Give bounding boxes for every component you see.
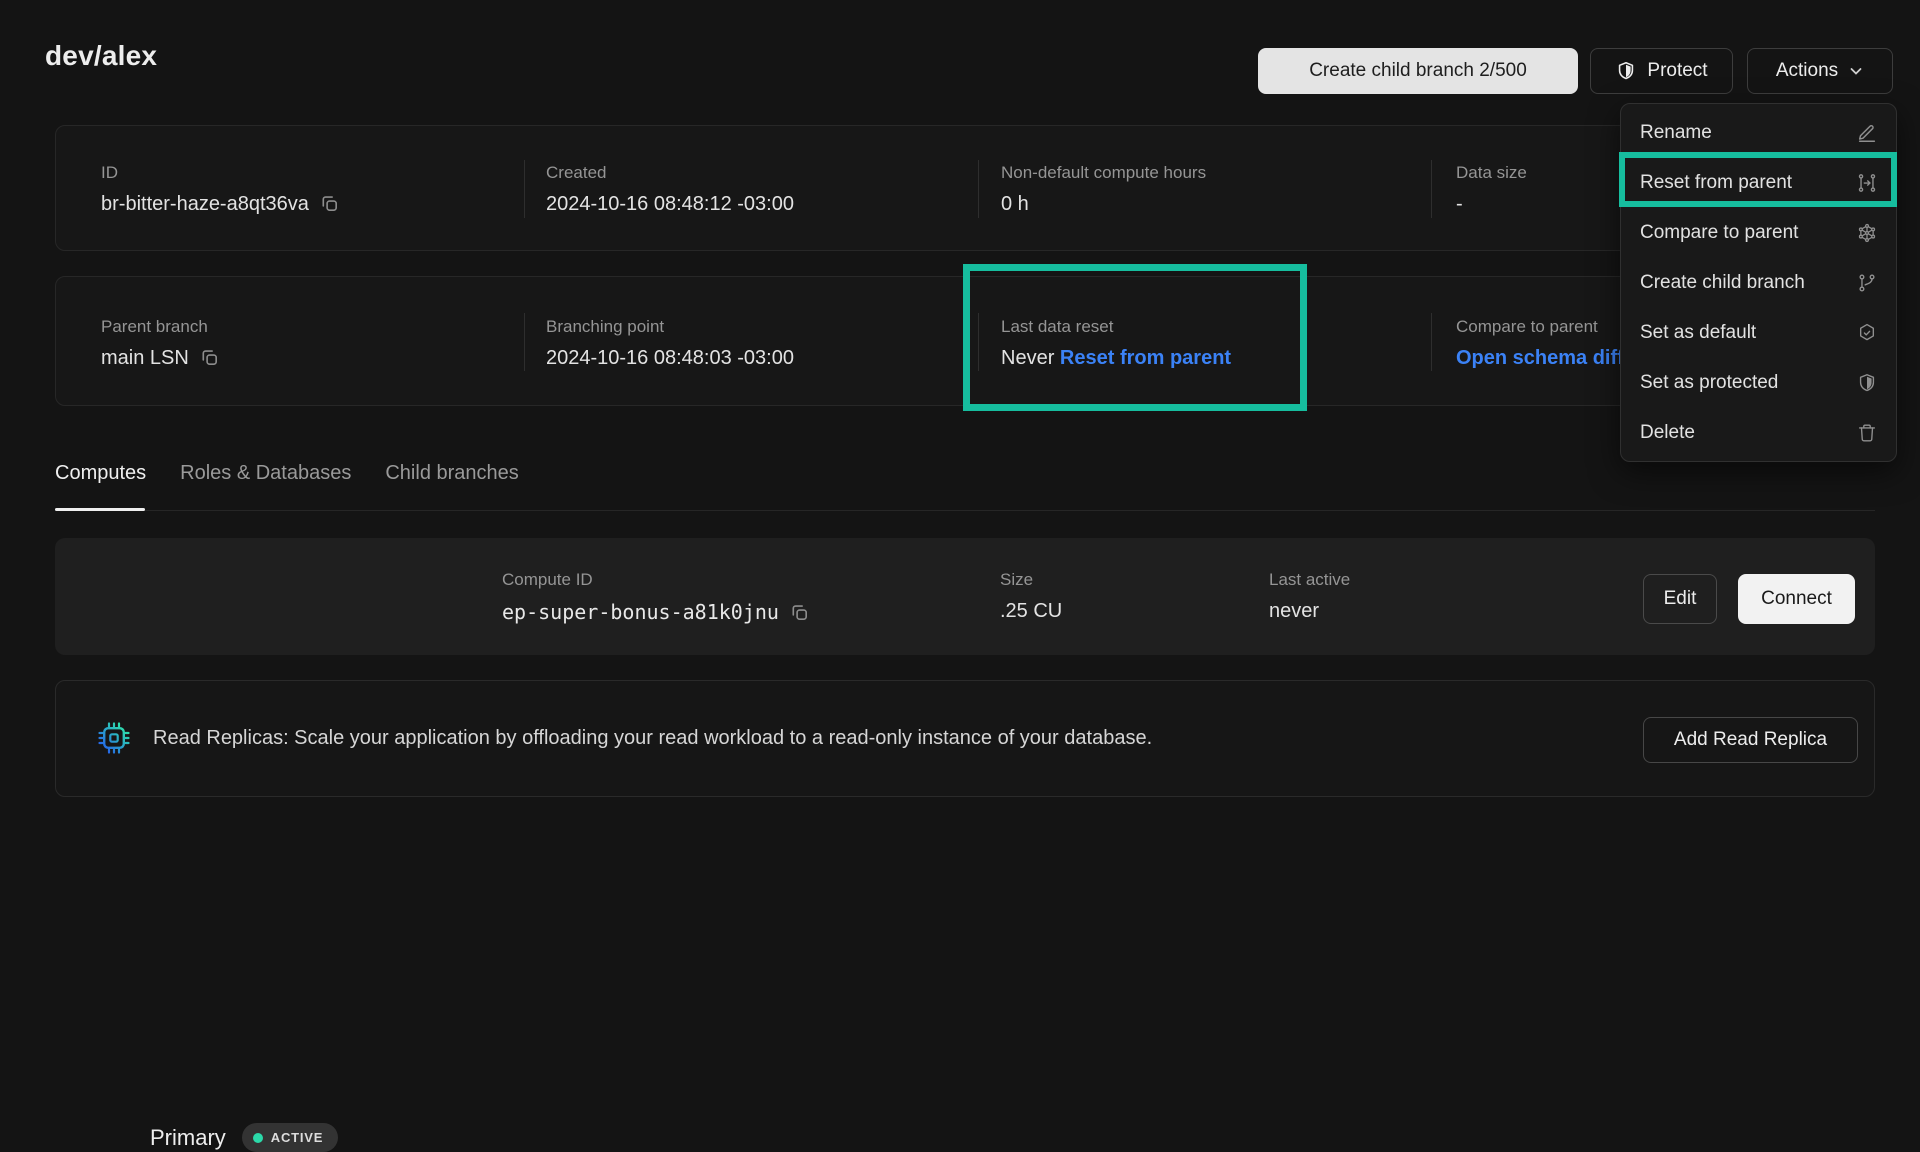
field-data-size: Data size -	[1456, 163, 1527, 216]
field-last-data-reset: Last data reset Never Reset from parent	[1001, 317, 1231, 370]
edit-button[interactable]: Edit	[1643, 574, 1717, 624]
branching-point-value: 2024-10-16 08:48:03 -03:00	[546, 347, 794, 370]
tab-computes[interactable]: Computes	[55, 462, 146, 509]
field-label: Data size	[1456, 163, 1527, 183]
menu-item-reset-from-parent[interactable]: Reset from parent	[1621, 158, 1896, 208]
field-label: Size	[1000, 570, 1062, 590]
menu-item-label: Set as protected	[1640, 372, 1778, 394]
status-dot-icon	[253, 1133, 263, 1143]
menu-item-delete[interactable]: Delete	[1621, 408, 1896, 458]
actions-dropdown-menu: Rename Reset from parent Compare to pare…	[1620, 103, 1897, 462]
field-compare-to-parent: Compare to parent Open schema diff	[1456, 317, 1624, 370]
menu-item-create-child-branch[interactable]: Create child branch	[1621, 258, 1896, 308]
shield-icon	[1615, 60, 1637, 82]
protect-button[interactable]: Protect	[1590, 48, 1733, 94]
copy-icon[interactable]	[319, 197, 340, 219]
menu-item-label: Reset from parent	[1640, 172, 1792, 194]
field-compute-hours: Non-default compute hours 0 h	[1001, 163, 1206, 216]
reset-from-parent-icon	[1856, 172, 1878, 194]
menu-item-set-as-default[interactable]: Set as default	[1621, 308, 1896, 358]
divider	[1431, 313, 1432, 371]
chip-icon	[95, 719, 133, 762]
menu-item-label: Create child branch	[1640, 272, 1805, 294]
compute-name: Primary	[150, 1125, 226, 1151]
branch-overview-card: ID br-bitter-haze-a8qt36va Created 2024-…	[55, 125, 1875, 251]
page-title: dev/alex	[45, 40, 157, 72]
field-compute-id: Compute ID ep-super-bonus-a81k0jnu	[502, 570, 810, 629]
actions-label: Actions	[1776, 60, 1838, 82]
create-child-branch-button[interactable]: Create child branch 2/500	[1258, 48, 1578, 94]
created-value: 2024-10-16 08:48:12 -03:00	[546, 193, 794, 216]
menu-item-label: Delete	[1640, 422, 1695, 444]
copy-icon[interactable]	[789, 606, 810, 628]
field-label: Branching point	[546, 317, 794, 337]
git-branch-icon	[1856, 272, 1878, 294]
tab-child-branches[interactable]: Child branches	[385, 462, 518, 509]
schema-graph-icon	[1856, 222, 1878, 244]
field-label: Created	[546, 163, 794, 183]
trash-icon	[1856, 422, 1878, 444]
chevron-down-icon	[1848, 63, 1864, 79]
field-parent-branch: Parent branch main LSN	[101, 317, 220, 374]
data-size-value: -	[1456, 193, 1527, 216]
copy-icon[interactable]	[199, 351, 220, 373]
menu-item-set-as-protected[interactable]: Set as protected	[1621, 358, 1896, 408]
menu-item-label: Rename	[1640, 122, 1712, 144]
compute-id-value: ep-super-bonus-a81k0jnu	[502, 600, 779, 624]
badge-check-icon	[1856, 322, 1878, 344]
divider	[978, 160, 979, 218]
field-label: ID	[101, 163, 340, 183]
last-active-value: never	[1269, 600, 1350, 623]
last-reset-value: Never	[1001, 347, 1054, 369]
parent-info-card: Parent branch main LSN Branching point 2…	[55, 276, 1875, 406]
field-label: Last data reset	[1001, 317, 1231, 337]
field-label: Compute ID	[502, 570, 810, 590]
menu-item-rename[interactable]: Rename	[1621, 108, 1896, 158]
active-tab-underline	[55, 508, 145, 511]
branch-tabs: Computes Roles & Databases Child branche…	[55, 462, 519, 509]
field-label: Compare to parent	[1456, 317, 1624, 337]
compute-hours-value: 0 h	[1001, 193, 1206, 216]
pencil-icon	[1856, 122, 1878, 144]
open-schema-diff-link[interactable]: Open schema diff	[1456, 347, 1624, 369]
compute-row: Primary ACTIVE Compute ID ep-super-bonus…	[55, 538, 1875, 655]
divider	[978, 313, 979, 371]
parent-branch-value: main LSN	[101, 347, 189, 369]
field-created: Created 2024-10-16 08:48:12 -03:00	[546, 163, 794, 216]
field-branching-point: Branching point 2024-10-16 08:48:03 -03:…	[546, 317, 794, 370]
actions-button[interactable]: Actions	[1747, 48, 1893, 94]
field-branch-id: ID br-bitter-haze-a8qt36va	[101, 163, 340, 220]
shield-half-icon	[1856, 372, 1878, 394]
field-last-active: Last active never	[1269, 570, 1350, 623]
status-badge: ACTIVE	[242, 1123, 338, 1152]
divider	[524, 160, 525, 218]
field-label: Non-default compute hours	[1001, 163, 1206, 183]
field-label: Last active	[1269, 570, 1350, 590]
menu-item-label: Set as default	[1640, 322, 1756, 344]
create-child-branch-label: Create child branch 2/500	[1309, 60, 1527, 82]
tabs-divider	[55, 510, 1875, 511]
menu-item-compare-to-parent[interactable]: Compare to parent	[1621, 208, 1896, 258]
status-label: ACTIVE	[271, 1130, 323, 1145]
tab-roles-databases[interactable]: Roles & Databases	[180, 462, 351, 509]
field-size: Size .25 CU	[1000, 570, 1062, 623]
protect-label: Protect	[1647, 60, 1707, 82]
add-read-replica-button[interactable]: Add Read Replica	[1643, 717, 1858, 763]
field-label: Parent branch	[101, 317, 220, 337]
menu-item-label: Compare to parent	[1640, 222, 1798, 244]
branch-id-value: br-bitter-haze-a8qt36va	[101, 193, 309, 215]
divider	[524, 313, 525, 371]
divider	[1431, 160, 1432, 218]
connect-button[interactable]: Connect	[1738, 574, 1855, 624]
size-value: .25 CU	[1000, 600, 1062, 623]
read-replicas-message: Read Replicas: Scale your application by…	[153, 727, 1152, 750]
reset-from-parent-link[interactable]: Reset from parent	[1060, 347, 1231, 369]
